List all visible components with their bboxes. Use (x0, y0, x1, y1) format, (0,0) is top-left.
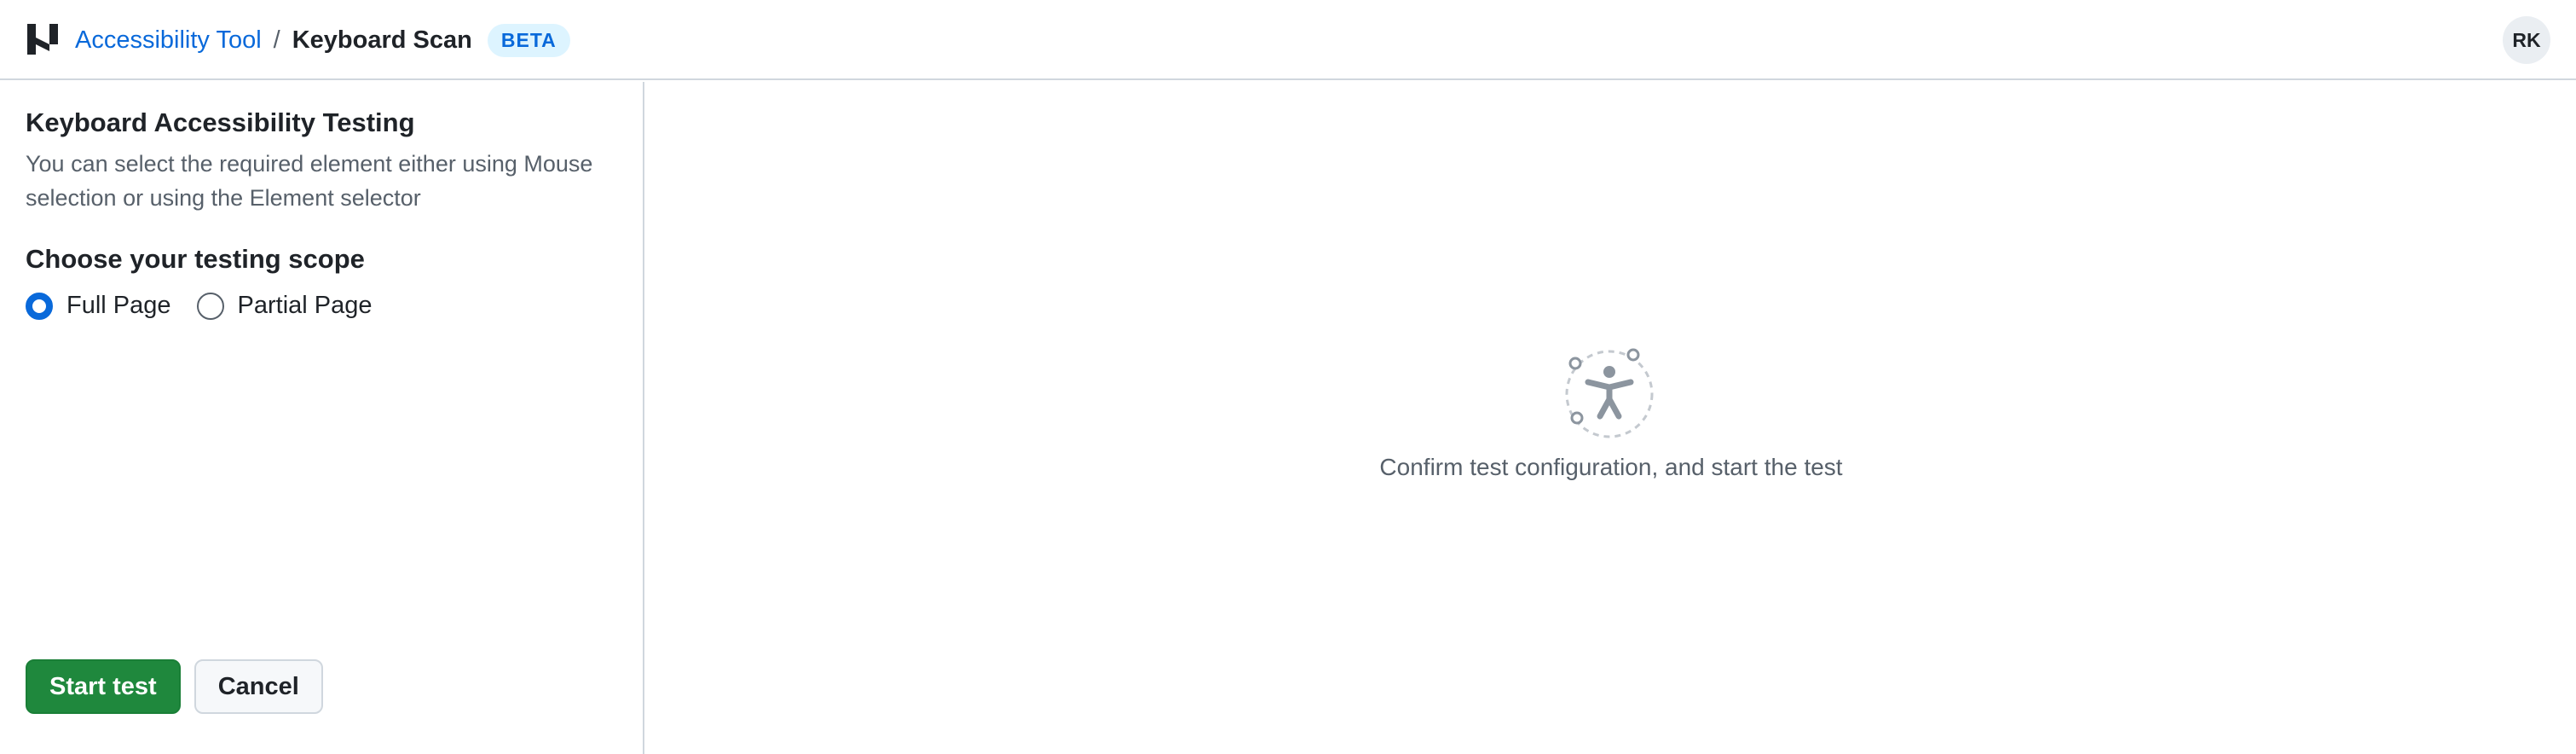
empty-state: Confirm test configuration, and start th… (646, 346, 2576, 481)
test-configuration-panel: Keyboard Accessibility Testing You can s… (0, 82, 644, 754)
results-panel: Confirm test configuration, and start th… (646, 82, 2576, 754)
full-page-label: Full Page (66, 292, 171, 319)
testing-scope-radio-group: Full Page Partial Page (26, 292, 373, 320)
cancel-button[interactable]: Cancel (193, 659, 323, 714)
accessibility-icon (1564, 346, 1658, 440)
user-avatar[interactable]: RK (2503, 16, 2550, 64)
breadcrumb-current-page: Keyboard Scan (292, 26, 472, 54)
panel-description: You can select the required element eith… (26, 151, 593, 211)
empty-state-message: Confirm test configuration, and start th… (1379, 454, 1843, 480)
scope-option-partial-page[interactable]: Partial Page (196, 292, 373, 320)
breadcrumb-separator: / (273, 26, 280, 54)
brand-logo-icon[interactable] (26, 22, 60, 56)
scope-option-full-page[interactable]: Full Page (26, 292, 171, 320)
full-page-radio[interactable] (26, 292, 53, 320)
partial-page-label: Partial Page (237, 292, 373, 319)
partial-page-radio[interactable] (196, 292, 224, 320)
start-test-button[interactable]: Start test (26, 659, 181, 714)
panel-actions: Start test Cancel (26, 659, 323, 714)
breadcrumb-accessibility-tool-link[interactable]: Accessibility Tool (75, 26, 262, 55)
testing-scope-heading: Choose your testing scope (26, 244, 365, 274)
panel-title: Keyboard Accessibility Testing (26, 107, 415, 137)
breadcrumb: Accessibility Tool / Keyboard Scan BETA (75, 0, 570, 80)
top-header: Accessibility Tool / Keyboard Scan BETA … (0, 0, 2576, 80)
beta-badge: BETA (487, 23, 570, 57)
